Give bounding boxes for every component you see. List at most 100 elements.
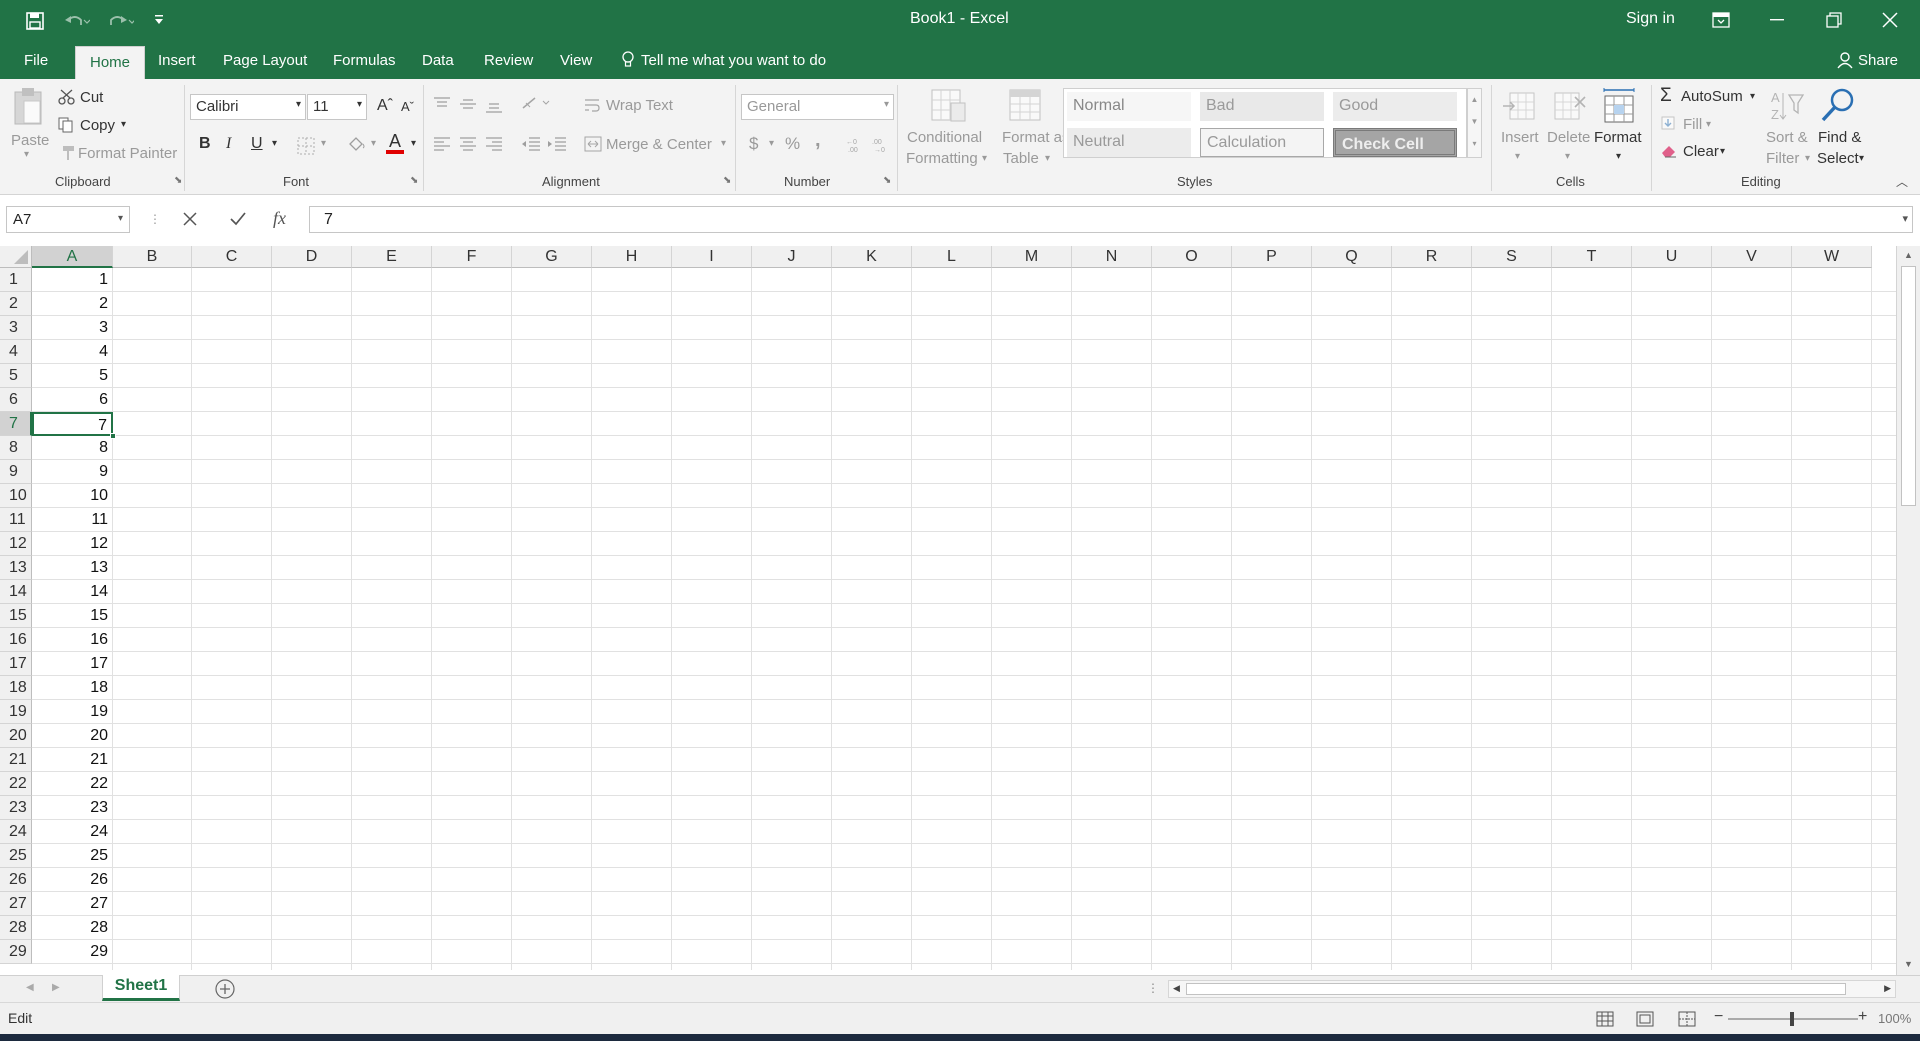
row-header-19[interactable]: 19 (0, 700, 32, 724)
cell-a27[interactable]: 27 (32, 892, 113, 916)
column-header-e[interactable]: E (352, 246, 432, 268)
page-layout-view-icon[interactable] (1636, 1011, 1654, 1027)
paste-icon[interactable] (12, 87, 44, 129)
cell-a17[interactable]: 17 (32, 652, 113, 676)
column-header-c[interactable]: C (192, 246, 272, 268)
tab-split-grip-icon[interactable]: ⋮ (1147, 981, 1159, 995)
font-size-select[interactable]: 11 ▾ (307, 94, 367, 120)
increase-font-size-button[interactable]: Aˆ (377, 97, 393, 115)
column-header-t[interactable]: T (1552, 246, 1632, 268)
underline-button[interactable]: U (251, 135, 263, 153)
paste-dropdown-icon[interactable]: ▾ (24, 149, 29, 160)
style-check-cell[interactable]: Check Cell (1333, 128, 1457, 157)
row-header-20[interactable]: 20 (0, 724, 32, 748)
ribbon-display-options-icon[interactable] (1712, 12, 1730, 28)
row-header-24[interactable]: 24 (0, 820, 32, 844)
cell-a28[interactable]: 28 (32, 916, 113, 940)
font-color-button[interactable]: A (386, 132, 404, 154)
paste-button[interactable]: Paste (11, 132, 49, 149)
style-neutral[interactable]: Neutral (1067, 128, 1191, 157)
name-box[interactable]: A7 ▾ (6, 206, 130, 233)
format-as-table-label[interactable]: Format as (1002, 129, 1070, 146)
zoom-slider-thumb[interactable] (1790, 1012, 1794, 1026)
cell-a24[interactable]: 24 (32, 820, 113, 844)
increase-decimal-icon[interactable]: ←0.00 (845, 137, 865, 153)
row-header-14[interactable]: 14 (0, 580, 32, 604)
cell-a12[interactable]: 12 (32, 532, 113, 556)
row-header-5[interactable]: 5 (0, 364, 32, 388)
row-header-17[interactable]: 17 (0, 652, 32, 676)
select-all-corner[interactable] (0, 246, 32, 268)
cell-a16[interactable]: 16 (32, 628, 113, 652)
sort-filter-dropdown-icon[interactable]: ▾ (1805, 153, 1810, 164)
column-header-m[interactable]: M (992, 246, 1072, 268)
column-header-d[interactable]: D (272, 246, 352, 268)
fill-handle[interactable] (110, 433, 116, 439)
row-header-28[interactable]: 28 (0, 916, 32, 940)
zoom-level[interactable]: 100% (1878, 1011, 1911, 1026)
insert-cells-dropdown-icon[interactable]: ▾ (1515, 151, 1520, 162)
cell-a23[interactable]: 23 (32, 796, 113, 820)
page-break-view-icon[interactable] (1678, 1011, 1696, 1027)
alignment-launcher-icon[interactable]: ⬊ (723, 175, 731, 186)
vertical-scroll-thumb[interactable] (1901, 266, 1916, 506)
italic-button[interactable]: I (226, 135, 231, 153)
borders-icon[interactable] (297, 137, 315, 155)
format-painter-button[interactable]: Format Painter (78, 145, 177, 162)
row-header-27[interactable]: 27 (0, 892, 32, 916)
column-header-a[interactable]: A (32, 246, 113, 268)
column-header-g[interactable]: G (512, 246, 592, 268)
style-bad[interactable]: Bad (1200, 92, 1324, 121)
cut-button[interactable]: Cut (80, 89, 103, 106)
column-header-j[interactable]: J (752, 246, 832, 268)
horizontal-scrollbar[interactable]: ◀ ▶ (1168, 980, 1896, 998)
close-icon[interactable] (1882, 12, 1898, 28)
row-header-10[interactable]: 10 (0, 484, 32, 508)
percent-button[interactable]: % (785, 134, 800, 154)
cell-a4[interactable]: 4 (32, 340, 113, 364)
scroll-up-icon[interactable]: ▲ (1904, 250, 1913, 260)
tell-me-search[interactable]: Tell me what you want to do (641, 52, 826, 69)
font-launcher-icon[interactable]: ⬊ (410, 175, 418, 186)
currency-button[interactable]: $ (749, 134, 758, 154)
normal-view-icon[interactable] (1596, 1011, 1614, 1027)
cell-a5[interactable]: 5 (32, 364, 113, 388)
cell-a7[interactable]: 7 (32, 412, 113, 436)
font-name-select[interactable]: Calibri ▾ (190, 94, 306, 120)
conditional-formatting-button[interactable]: Formatting (906, 150, 978, 167)
cell-a15[interactable]: 15 (32, 604, 113, 628)
delete-cells-dropdown-icon[interactable]: ▾ (1565, 151, 1570, 162)
number-format-select[interactable]: General ▾ (741, 94, 894, 120)
column-header-u[interactable]: U (1632, 246, 1712, 268)
merge-center-button[interactable]: Merge & Center (606, 136, 712, 153)
cell-a1[interactable]: 1 (32, 268, 113, 292)
minimize-icon[interactable] (1770, 19, 1784, 21)
row-header-4[interactable]: 4 (0, 340, 32, 364)
column-header-q[interactable]: Q (1312, 246, 1392, 268)
clear-dropdown-icon[interactable]: ▾ (1720, 146, 1725, 157)
row-header-2[interactable]: 2 (0, 292, 32, 316)
cell-a2[interactable]: 2 (32, 292, 113, 316)
decrease-decimal-icon[interactable]: .00 →0 (871, 137, 891, 153)
align-left-icon[interactable] (433, 137, 451, 151)
row-header-22[interactable]: 22 (0, 772, 32, 796)
style-calculation[interactable]: Calculation (1200, 128, 1324, 157)
autosum-button[interactable]: AutoSum (1681, 88, 1743, 105)
redo-icon[interactable] (108, 12, 134, 30)
save-icon[interactable] (26, 12, 44, 30)
find-select-button[interactable]: Select (1817, 150, 1859, 167)
row-header-6[interactable]: 6 (0, 388, 32, 412)
column-header-k[interactable]: K (832, 246, 912, 268)
column-header-w[interactable]: W (1792, 246, 1872, 268)
enter-checkmark-icon[interactable] (229, 211, 247, 227)
cell-a21[interactable]: 21 (32, 748, 113, 772)
delete-cells-button[interactable]: Delete (1547, 129, 1590, 146)
merge-center-dropdown-icon[interactable]: ▾ (721, 138, 726, 149)
row-header-7[interactable]: 7 (0, 412, 32, 436)
cell-a9[interactable]: 9 (32, 460, 113, 484)
row-header-1[interactable]: 1 (0, 268, 32, 292)
tab-data[interactable]: Data (422, 52, 454, 69)
conditional-formatting-dropdown-icon[interactable]: ▾ (982, 153, 987, 164)
insert-cells-button[interactable]: Insert (1501, 129, 1539, 146)
cell-a8[interactable]: 8 (32, 436, 113, 460)
